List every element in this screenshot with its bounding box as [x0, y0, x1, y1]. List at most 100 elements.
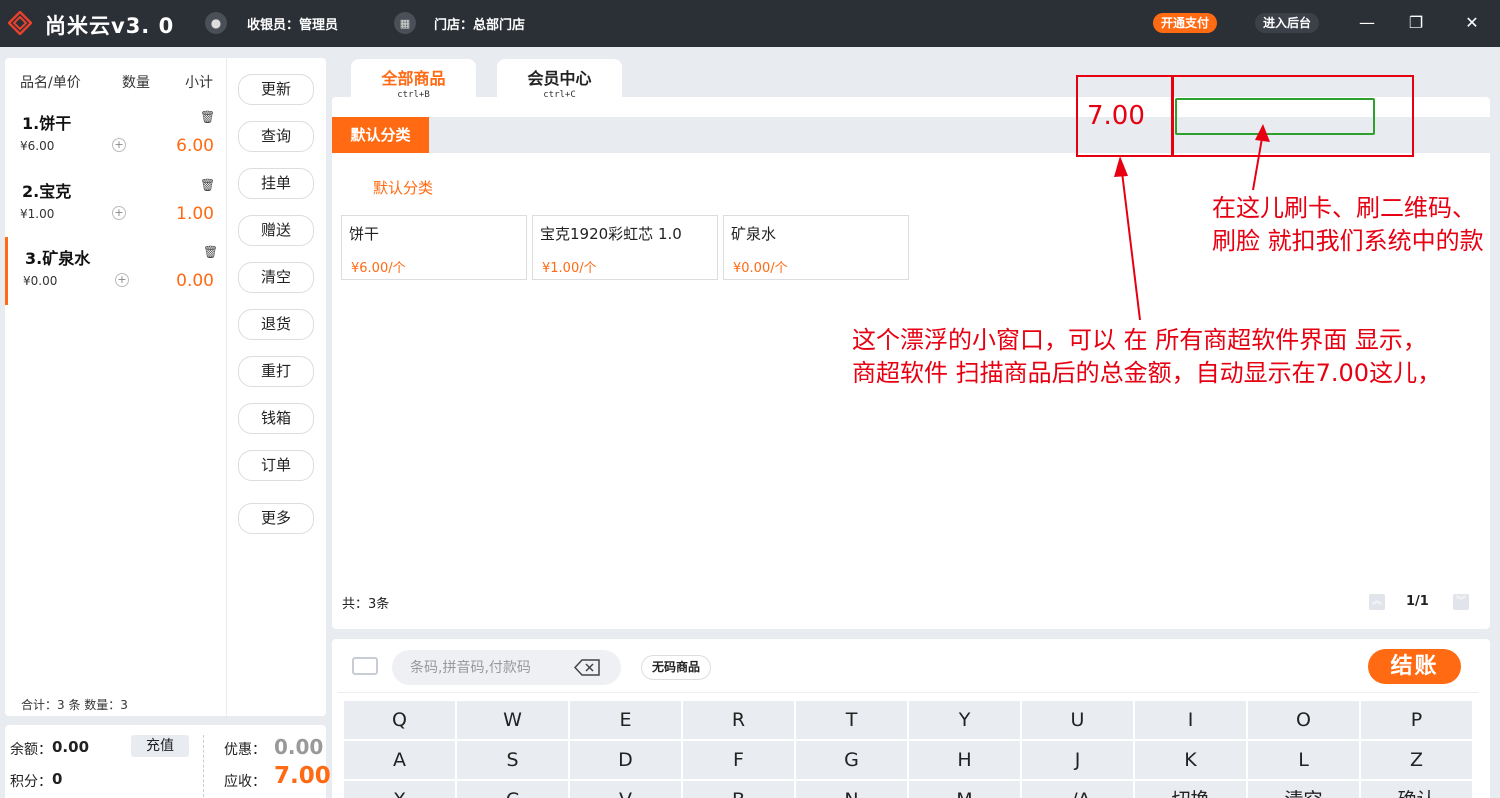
input-keyboard-panel: 无码商品 结账 Q W E R T Y U I O P A S D F G H … — [332, 639, 1490, 798]
key[interactable]: M — [909, 781, 1020, 798]
key[interactable]: X — [344, 781, 455, 798]
cart-item-selected[interactable]: 3.矿泉水 🗑 ¥0.00 + 0.00 — [5, 237, 226, 305]
cash-drawer-button[interactable]: 钱箱 — [238, 403, 314, 434]
key[interactable]: T — [796, 701, 907, 739]
tab-label: 全部商品 — [381, 69, 446, 88]
recharge-button[interactable]: 充值 — [131, 735, 189, 757]
reprint-button[interactable]: 重打 — [238, 356, 314, 387]
cart-item-subtotal: 6.00 — [176, 136, 214, 156]
trash-icon[interactable]: 🗑 — [200, 178, 215, 192]
key[interactable]: L — [1248, 741, 1359, 779]
clear-button[interactable]: 清空 — [238, 262, 314, 293]
product-card[interactable]: 宝克1920彩虹芯 1.0 ¥1.00/个 — [532, 215, 718, 280]
product-count: 共：3条 — [342, 597, 390, 612]
cart-item[interactable]: 1.饼干 🗑 ¥6.00 + 6.00 — [5, 102, 226, 170]
product-card[interactable]: 饼干 ¥6.00/个 — [341, 215, 527, 280]
close-button[interactable]: ✕ — [1461, 12, 1483, 34]
title-bar: 尚米云v3. 0 ● 收银员：管理员 ▦ 门店：总部门店 开通支付 进入后台 —… — [0, 0, 1500, 47]
cart-header-name: 品名/单价 — [20, 75, 81, 91]
product-price: ¥6.00/个 — [351, 261, 406, 276]
logo-icon — [8, 11, 32, 35]
key[interactable]: I — [1135, 701, 1246, 739]
balance-separator — [203, 735, 204, 797]
key[interactable]: G — [796, 741, 907, 779]
cart-panel: 品名/单价 数量 小计 1.饼干 🗑 ¥6.00 + 6.00 2.宝克 🗑 ¥… — [5, 58, 326, 716]
no-barcode-product-button[interactable]: 无码商品 — [641, 655, 712, 680]
product-card[interactable]: 矿泉水 ¥0.00/个 — [723, 215, 909, 280]
key[interactable]: F — [683, 741, 794, 779]
balance-value: 0.00 — [52, 738, 90, 756]
cart-item-price: ¥1.00 — [20, 207, 55, 221]
query-button[interactable]: 查询 — [238, 121, 314, 152]
product-price: ¥0.00/个 — [733, 261, 788, 276]
cart-item[interactable]: 2.宝克 🗑 ¥1.00 + 1.00 — [5, 170, 226, 238]
tab-member-center[interactable]: 会员中心 ctrl+C — [497, 59, 622, 100]
discount-value: 0.00 — [274, 735, 324, 759]
key[interactable]: N — [796, 781, 907, 798]
annotation-text-floating-window: 这个漂浮的小窗口，可以 在 所有商超软件界面 显示，商超软件 扫描商品后的总金额… — [852, 326, 1442, 387]
plus-icon[interactable]: + — [112, 138, 126, 152]
trash-icon[interactable]: 🗑 — [200, 110, 215, 124]
key[interactable]: P — [1361, 701, 1472, 739]
key[interactable]: B — [683, 781, 794, 798]
keyboard-icon[interactable] — [352, 657, 378, 675]
page-down-icon[interactable]: ︾ — [1453, 594, 1469, 610]
amount-due-value: 7.00 — [274, 763, 331, 789]
enable-payment-button[interactable]: 开通支付 — [1153, 13, 1218, 33]
return-button[interactable]: 退货 — [238, 309, 314, 340]
page-up-icon[interactable]: ︽ — [1369, 594, 1385, 610]
minimize-button[interactable]: — — [1356, 12, 1378, 34]
more-button[interactable]: 更多 — [238, 503, 314, 534]
cart-total: 合计：3 条 数量：3 — [21, 698, 128, 712]
annotation-text-payment: 在这儿刷卡、刷二维码、刷脸 就扣我们系统中的款 — [1212, 194, 1484, 255]
enter-backend-button[interactable]: 进入后台 — [1255, 13, 1320, 33]
cart-item-subtotal: 0.00 — [176, 271, 214, 291]
hold-order-button[interactable]: 挂单 — [238, 168, 314, 199]
payment-input-field[interactable] — [1175, 98, 1375, 135]
key[interactable]: C — [457, 781, 568, 798]
gift-button[interactable]: 赠送 — [238, 215, 314, 246]
key[interactable]: V — [570, 781, 681, 798]
trash-icon[interactable]: 🗑 — [203, 245, 218, 259]
cashier-label: 收银员：管理员 — [247, 18, 339, 33]
key[interactable]: E — [570, 701, 681, 739]
clear-key[interactable]: 清空 — [1248, 781, 1359, 798]
confirm-key[interactable]: 确认 — [1361, 781, 1472, 798]
balance-panel: 余额： 0.00 充值 积分： 0 优惠： 0.00 应收： 7.00 — [5, 725, 331, 798]
store-label: 门店：总部门店 — [434, 18, 526, 33]
key[interactable]: R — [683, 701, 794, 739]
points-value: 0 — [52, 770, 63, 788]
app-title: 尚米云v3. 0 — [45, 14, 175, 38]
key[interactable]: -/A — [1022, 781, 1133, 798]
key[interactable]: D — [570, 741, 681, 779]
switch-key[interactable]: 切换 — [1135, 781, 1246, 798]
key[interactable]: A — [344, 741, 455, 779]
on-screen-keyboard: Q W E R T Y U I O P A S D F G H J K L Z … — [344, 701, 1472, 798]
plus-icon[interactable]: + — [115, 273, 129, 287]
key[interactable]: Z — [1361, 741, 1472, 779]
category-default[interactable]: 默认分类 — [332, 117, 429, 153]
key[interactable]: Q — [344, 701, 455, 739]
orders-button[interactable]: 订单 — [238, 450, 314, 481]
key[interactable]: S — [457, 741, 568, 779]
backspace-icon[interactable] — [574, 659, 600, 676]
refresh-button[interactable]: 更新 — [238, 74, 314, 105]
key[interactable]: W — [457, 701, 568, 739]
key[interactable]: K — [1135, 741, 1246, 779]
maximize-button[interactable]: ❐ — [1405, 12, 1427, 34]
product-price: ¥1.00/个 — [542, 261, 597, 276]
tab-all-products[interactable]: 全部商品 ctrl+B — [351, 59, 476, 100]
plus-icon[interactable]: + — [112, 206, 126, 220]
key[interactable]: J — [1022, 741, 1133, 779]
subcategory-default[interactable]: 默认分类 — [373, 177, 433, 198]
barcode-input[interactable] — [410, 650, 570, 685]
user-icon: ● — [205, 12, 227, 34]
product-name: 宝克1920彩虹芯 1.0 — [540, 225, 682, 243]
key[interactable]: H — [909, 741, 1020, 779]
key[interactable]: Y — [909, 701, 1020, 739]
key[interactable]: O — [1248, 701, 1359, 739]
discount-label: 优惠： — [224, 742, 266, 758]
search-box[interactable] — [392, 650, 621, 685]
checkout-button[interactable]: 结账 — [1368, 649, 1461, 684]
key[interactable]: U — [1022, 701, 1133, 739]
